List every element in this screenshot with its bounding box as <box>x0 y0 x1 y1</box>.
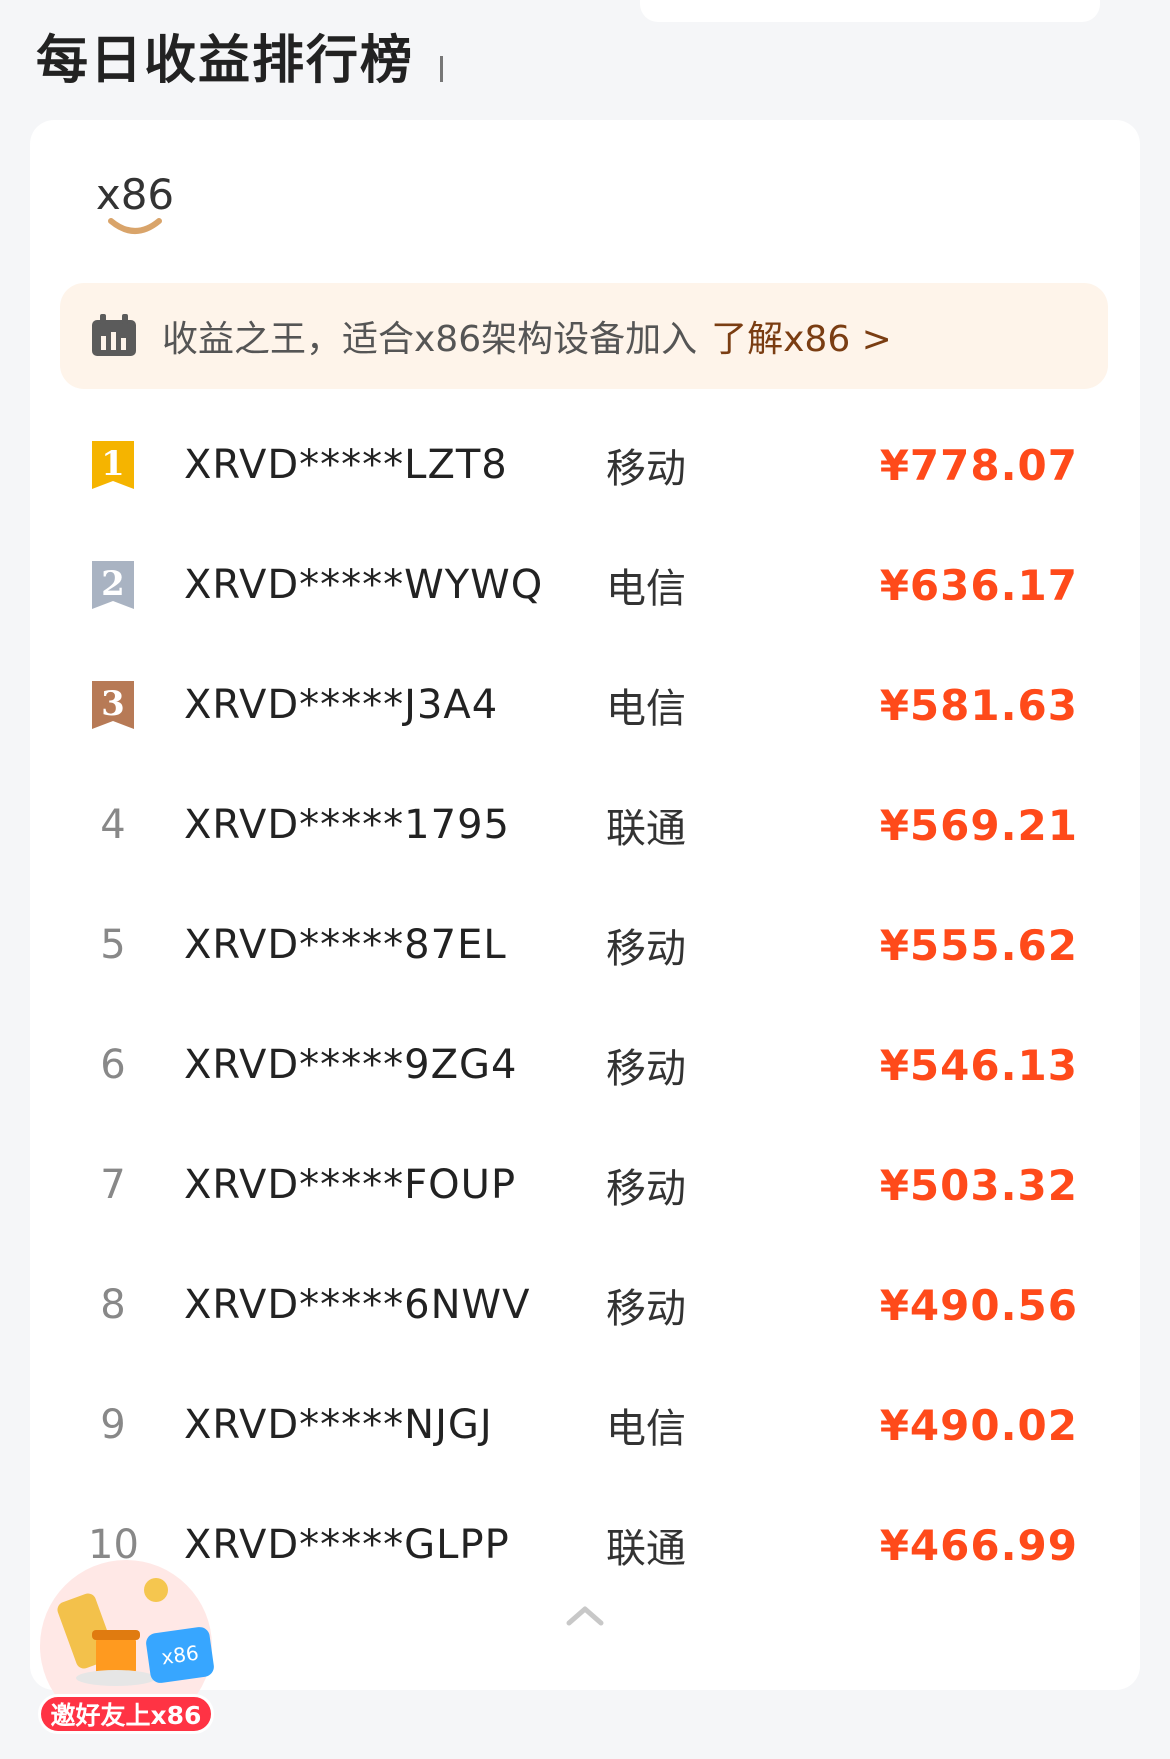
earnings-amount: ¥581.63 <box>879 680 1078 730</box>
rank-medal-icon: 3 <box>92 681 134 729</box>
rank-number: 4 <box>100 802 126 848</box>
device-id: XRVD*****6NWV <box>184 1282 531 1328</box>
device-id: XRVD*****FOUP <box>184 1162 517 1208</box>
isp-name: 联通 <box>606 1526 686 1572</box>
leaderboard-list: 1 XRVD*****LZT8 移动 ¥778.07 2 XRVD*****WYWQ 电信 ¥… <box>30 405 1140 1605</box>
chevron-up-icon[interactable] <box>565 1605 605 1627</box>
banner-text: 收益之王，适合x86架构设备加入 <box>162 319 698 360</box>
earnings-amount: ¥546.13 <box>879 1040 1078 1090</box>
isp-name: 移动 <box>606 1166 686 1212</box>
isp-name: 移动 <box>606 1046 686 1092</box>
earnings-amount: ¥490.02 <box>879 1400 1078 1450</box>
device-id: XRVD*****1795 <box>184 802 510 848</box>
earnings-amount: ¥636.17 <box>879 560 1078 610</box>
leaderboard-row: 2 XRVD*****WYWQ 电信 ¥636.17 <box>30 525 1140 645</box>
earnings-amount: ¥466.99 <box>879 1520 1078 1570</box>
tab-x86-label: x86 <box>95 170 175 219</box>
rank-medal-icon: 2 <box>92 561 134 609</box>
rank-number: 8 <box>100 1282 126 1328</box>
device-id: XRVD*****NJGJ <box>184 1402 493 1448</box>
leaderboard-card: x86 收益之王，适合x86架构设备加入 了解x86 > 1 XRVD*****L… <box>30 120 1140 1690</box>
rank-number: 5 <box>100 922 126 968</box>
rank-medal-icon: 1 <box>92 441 134 489</box>
page-title: 每日收益排行榜 <box>36 31 415 91</box>
rank-medal-number: 2 <box>101 564 125 604</box>
calendar-chart-icon <box>90 314 138 358</box>
learn-x86-link[interactable]: 了解x86 > <box>711 310 892 362</box>
isp-name: 电信 <box>606 686 686 732</box>
isp-name: 移动 <box>606 446 686 492</box>
leaderboard-row: 7 XRVD*****FOUP 移动 ¥503.32 <box>30 1125 1140 1245</box>
title-cursor-bar <box>440 56 443 82</box>
isp-name: 联通 <box>606 806 686 852</box>
leaderboard-row: 5 XRVD*****87EL 移动 ¥555.62 <box>30 885 1140 1005</box>
invite-friends-widget[interactable]: x86 邀好友上x86 <box>36 1556 216 1734</box>
device-id: XRVD*****LZT8 <box>184 442 508 488</box>
leaderboard-row: 6 XRVD*****9ZG4 移动 ¥546.13 <box>30 1005 1140 1125</box>
device-id: XRVD*****WYWQ <box>184 562 544 608</box>
leaderboard-row: 4 XRVD*****1795 联通 ¥569.21 <box>30 765 1140 885</box>
device-id: XRVD*****9ZG4 <box>184 1042 518 1088</box>
earnings-amount: ¥503.32 <box>879 1160 1078 1210</box>
isp-name: 电信 <box>606 566 686 612</box>
tab-x86[interactable]: x86 <box>85 170 185 237</box>
isp-name: 移动 <box>606 926 686 972</box>
earnings-amount: ¥778.07 <box>879 440 1078 490</box>
rank-number: 9 <box>100 1402 126 1448</box>
invite-friends-label: 邀好友上x86 <box>38 1694 214 1734</box>
top-strip <box>640 0 1100 22</box>
isp-name: 电信 <box>606 1406 686 1452</box>
leaderboard-row: 9 XRVD*****NJGJ 电信 ¥490.02 <box>30 1365 1140 1485</box>
leaderboard-row: 3 XRVD*****J3A4 电信 ¥581.63 <box>30 645 1140 765</box>
info-banner: 收益之王，适合x86架构设备加入 了解x86 > <box>60 283 1108 389</box>
device-id: XRVD*****GLPP <box>184 1522 510 1568</box>
device-id: XRVD*****J3A4 <box>184 682 499 728</box>
rank-medal-number: 1 <box>101 444 125 484</box>
x86-badge: x86 <box>144 1625 216 1685</box>
isp-name: 移动 <box>606 1286 686 1332</box>
earnings-amount: ¥490.56 <box>879 1280 1078 1330</box>
rank-number: 6 <box>100 1042 126 1088</box>
earnings-amount: ¥569.21 <box>879 800 1078 850</box>
earnings-amount: ¥555.62 <box>879 920 1078 970</box>
rank-medal-number: 3 <box>101 684 125 724</box>
rank-number: 7 <box>100 1162 126 1208</box>
leaderboard-row: 1 XRVD*****LZT8 移动 ¥778.07 <box>30 405 1140 525</box>
device-id: XRVD*****87EL <box>184 922 507 968</box>
leaderboard-row: 8 XRVD*****6NWV 移动 ¥490.56 <box>30 1245 1140 1365</box>
